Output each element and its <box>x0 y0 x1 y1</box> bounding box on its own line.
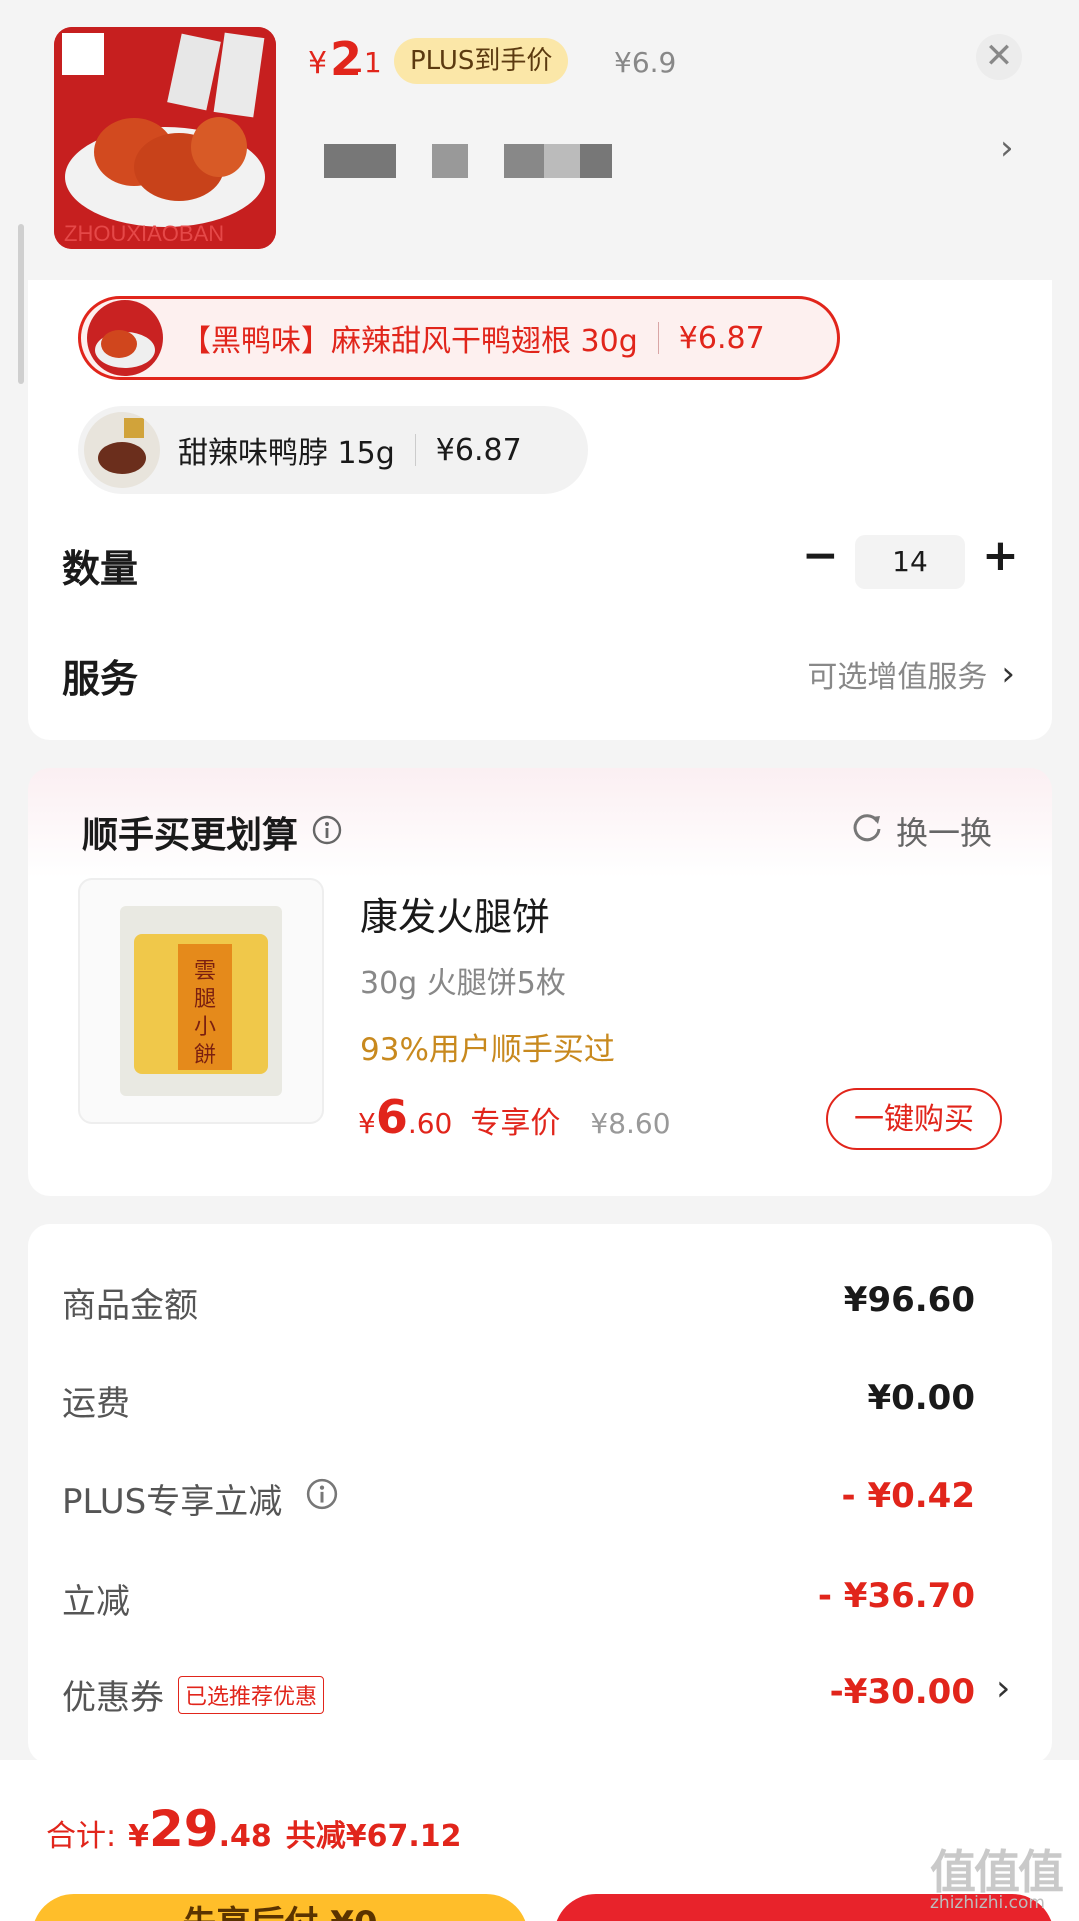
summary-value-shipping: ¥0.00 <box>867 1378 975 1418</box>
summary-label-plus: PLUS专享立减 <box>62 1482 283 1522</box>
summary-value-discount: - ¥36.70 <box>817 1576 975 1616</box>
quantity-input[interactable]: 14 <box>855 535 965 589</box>
footer-total: 合计: ¥ 29 .48 共减¥67.12 <box>46 1800 462 1858</box>
coupon-tag: 已选推荐优惠 <box>178 1675 325 1714</box>
summary-plus-row: PLUS专享立减 <box>62 1474 338 1523</box>
addon-product-name[interactable]: 康发火腿饼 <box>360 886 550 941</box>
service-label: 服务 <box>62 657 139 701</box>
total-decimal: .48 <box>218 1819 272 1854</box>
redacted-block <box>432 144 468 178</box>
total-saved: 共减¥67.12 <box>285 1819 462 1854</box>
divider <box>657 322 659 354</box>
scrollbar[interactable] <box>18 224 24 384</box>
spec-option-image <box>84 412 160 488</box>
header-chevron-right-icon[interactable]: › <box>1000 128 1014 168</box>
addon-product-stat: 93%用户顺手买过 <box>360 1032 615 1068</box>
spec-option-price: ¥6.87 <box>678 320 765 356</box>
addon-price-integer: 6 <box>375 1090 408 1144</box>
total-label: 合计: <box>46 1819 117 1854</box>
product-thumbnail: ZHOUXIAOBAN <box>54 27 276 249</box>
summary-label-discount: 立减 <box>62 1582 130 1622</box>
info-icon[interactable] <box>306 1478 338 1519</box>
total-symbol: ¥ <box>128 1819 149 1854</box>
one-click-buy-button[interactable]: 一键购买 <box>826 1088 1002 1150</box>
package-char: 腿 <box>194 987 216 1012</box>
service-value: 可选增值服务 <box>807 660 988 695</box>
package-char: 雲 <box>194 959 216 984</box>
pay-later-button[interactable]: 先享后付 ¥0 <box>32 1894 528 1921</box>
refresh-icon <box>850 810 884 852</box>
quantity-plus-button[interactable]: + <box>982 530 1019 581</box>
redacted-block <box>324 144 396 178</box>
header-original-price: ¥6.9 <box>614 46 677 79</box>
addon-price-symbol: ¥ <box>358 1107 376 1140</box>
addon-price-decimal: .60 <box>407 1107 453 1140</box>
info-icon[interactable] <box>312 815 342 849</box>
chevron-right-icon[interactable]: › <box>996 1668 1010 1709</box>
addon-header: 顺手买更划算 <box>82 806 342 858</box>
svg-text:ZHOUXIAOBAN: ZHOUXIAOBAN <box>64 221 224 246</box>
addon-title: 顺手买更划算 <box>82 815 299 856</box>
summary-label-shipping: 运费 <box>62 1384 130 1424</box>
plus-price-badge: PLUS到手价 <box>394 38 569 84</box>
summary-value-plus: - ¥0.42 <box>841 1476 976 1516</box>
close-icon: ✕ <box>984 36 1014 76</box>
refresh-label: 换一换 <box>896 814 993 852</box>
close-button[interactable]: ✕ <box>976 34 1022 80</box>
addon-product-image[interactable]: 雲 腿 小 餅 <box>78 878 324 1124</box>
redacted-block <box>544 144 580 178</box>
summary-value-goods: ¥96.60 <box>843 1280 975 1320</box>
total-integer: 29 <box>148 1800 219 1858</box>
package-char: 小 <box>194 1015 216 1040</box>
coupon-row[interactable]: 优惠券 已选推荐优惠 <box>62 1670 325 1719</box>
addon-price: ¥ 6 .60 专享价 ¥8.60 <box>358 1090 671 1144</box>
summary-label-goods: 商品金额 <box>62 1286 198 1326</box>
spec-option-image <box>87 300 163 376</box>
pay-later-button-clip: 先享后付 ¥0 <box>32 1894 528 1921</box>
divider <box>414 434 416 466</box>
addon-product-spec: 30g 火腿饼5枚 <box>360 966 566 1001</box>
spec-option-selected[interactable]: 【黑鸭味】麻辣甜风干鸭翅根 30g ¥6.87 <box>78 296 840 380</box>
package-char: 餅 <box>194 1043 216 1068</box>
summary-value-coupon[interactable]: -¥30.00 <box>830 1672 975 1712</box>
quantity-minus-button[interactable]: − <box>802 530 839 581</box>
header-price-decimal: .1 <box>355 46 382 79</box>
spec-option-price: ¥6.87 <box>435 432 522 468</box>
quantity-label: 数量 <box>62 547 139 591</box>
chevron-right-icon: › <box>1001 654 1015 694</box>
summary-label-coupon: 优惠券 <box>62 1678 164 1718</box>
redacted-block <box>580 144 612 178</box>
spec-option-label: 甜辣味鸭脖 15g <box>178 436 395 471</box>
addon-price-tag: 专享价 <box>470 1106 561 1141</box>
addon-original-price: ¥8.60 <box>590 1107 671 1140</box>
header-price-symbol: ¥ <box>308 46 328 81</box>
refresh-button[interactable]: 换一换 <box>850 808 992 854</box>
spec-option-label: 【黑鸭味】麻辣甜风干鸭翅根 30g <box>181 324 638 359</box>
service-selector[interactable]: 可选增值服务 › <box>807 652 1015 696</box>
spec-option[interactable]: 甜辣味鸭脖 15g ¥6.87 <box>78 406 588 494</box>
redacted-block <box>504 144 544 178</box>
watermark-url: zhizhizhi.com <box>930 1893 1045 1913</box>
